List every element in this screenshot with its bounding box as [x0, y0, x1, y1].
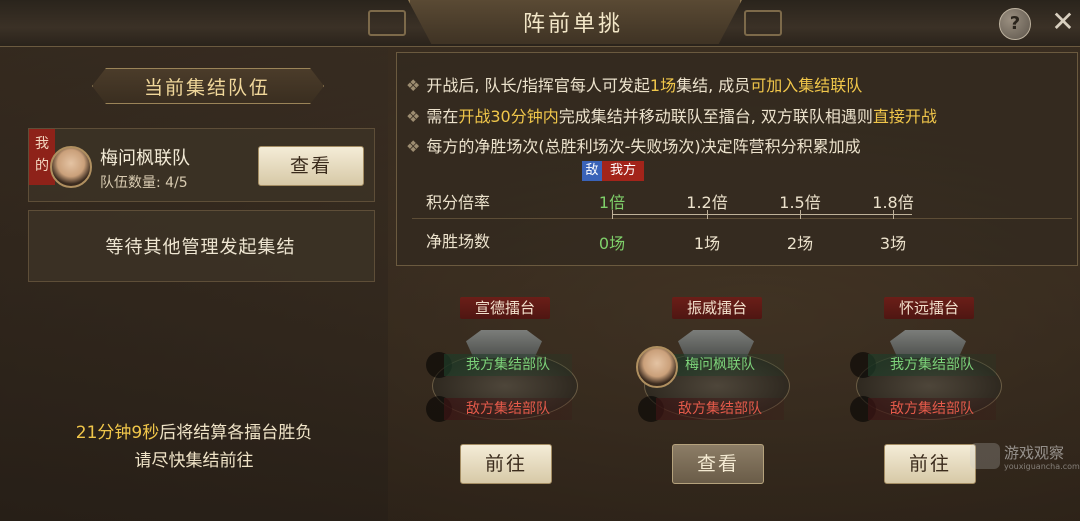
- help-button[interactable]: ?: [999, 8, 1031, 40]
- arena-name: 振威擂台: [672, 297, 762, 319]
- net-wins-value: 2场: [786, 234, 814, 253]
- enemy-label: 敌方集结部队: [444, 398, 572, 420]
- arena-stage[interactable]: 我方集结部队 敌方集结部队: [426, 330, 582, 422]
- enemy-label: 敌方集结部队: [656, 398, 784, 420]
- diamond-bullet-icon: ❖: [406, 137, 421, 156]
- rule-highlight: 可加入集结联队: [750, 76, 863, 95]
- enemy-row: 敌方集结部队: [638, 396, 794, 422]
- watermark: 游戏观察: [1004, 444, 1065, 462]
- ally-row: 我方集结部队: [426, 352, 582, 378]
- countdown-text: 21分钟9秒后将结算各擂台胜负: [0, 418, 388, 443]
- rule-highlight: 直接开战: [872, 107, 937, 126]
- countdown-hint: 请尽快集结前往: [134, 451, 254, 471]
- arena-name: 宣德擂台: [460, 297, 550, 319]
- watermark-logo-icon: [970, 443, 1000, 469]
- net-wins-value: 0场: [598, 234, 626, 253]
- rule-line-1: ❖ 开战后, 队长/指挥官每人可发起1场集结, 成员可加入集结联队: [406, 72, 862, 96]
- rule-text: 完成集结并移动联队至擂台, 双方联队相遇则: [558, 107, 873, 126]
- knot-ornament-left-icon: [368, 10, 406, 36]
- ally-label: 我方集结部队: [444, 354, 572, 376]
- rule-text: 需在: [426, 107, 459, 126]
- ally-row: 我方集结部队: [850, 352, 1006, 378]
- net-wins-value: 3场: [879, 234, 907, 253]
- countdown-time: 21分钟9秒: [75, 423, 160, 443]
- enemy-row: 敌方集结部队: [426, 396, 582, 422]
- page-title: 阵前单挑: [522, 12, 623, 37]
- multiplier-value: 1.8倍: [872, 193, 914, 212]
- view-button-arena-2[interactable]: 查看: [672, 444, 764, 484]
- arena-stage[interactable]: 梅问枫联队 敌方集结部队: [636, 330, 794, 422]
- go-button-arena-3[interactable]: 前往: [884, 444, 976, 484]
- team-name: 梅问枫联队: [100, 148, 190, 169]
- arena-name: 怀远擂台: [884, 297, 974, 319]
- watermark-url: youxiguancha.com: [1004, 462, 1080, 471]
- ally-label: 我方集结部队: [868, 354, 996, 376]
- net-wins-label: 净胜场数: [426, 232, 491, 251]
- multiplier-value: 1.5倍: [779, 193, 821, 212]
- close-button[interactable]: ✕: [1048, 6, 1078, 38]
- rule-text: 每方的净胜场次(总胜利场次-失败场次)决定阵营积分积累加成: [426, 137, 861, 156]
- divider: [412, 218, 1072, 219]
- knot-ornament-right-icon: [744, 10, 782, 36]
- go-button-arena-1[interactable]: 前往: [460, 444, 552, 484]
- net-wins-value: 1场: [693, 234, 721, 253]
- diamond-bullet-icon: ❖: [406, 107, 421, 126]
- rule-highlight: 1场: [649, 76, 677, 95]
- rule-text: 集结, 成员: [676, 76, 751, 95]
- countdown-suffix: 后将结算各擂台胜负: [159, 423, 313, 443]
- enemy-tag: 敌: [582, 161, 602, 181]
- mine-side-tag: 我方: [602, 161, 644, 181]
- avatar: [636, 346, 678, 388]
- team-count: 队伍数量: 4/5: [100, 175, 188, 191]
- rule-highlight: 开战30分钟内: [458, 107, 559, 126]
- multiplier-label: 积分倍率: [426, 193, 491, 212]
- waiting-text: 等待其他管理发起集结: [105, 237, 296, 258]
- enemy-row: 敌方集结部队: [850, 396, 1006, 422]
- multiplier-value: 1倍: [598, 193, 626, 212]
- avatar: [50, 146, 92, 188]
- multiplier-value: 1.2倍: [686, 193, 728, 212]
- rule-text: 开战后, 队长/指挥官每人可发起: [426, 76, 650, 95]
- diamond-bullet-icon: ❖: [406, 76, 421, 95]
- current-team-header: 当前集结队伍: [143, 77, 270, 99]
- scale-line: [612, 214, 912, 215]
- arena-stage[interactable]: 我方集结部队 敌方集结部队: [850, 330, 1006, 422]
- rule-line-3: ❖ 每方的净胜场次(总胜利场次-失败场次)决定阵营积分积累加成: [406, 133, 861, 157]
- enemy-label: 敌方集结部队: [868, 398, 996, 420]
- rule-line-2: ❖ 需在开战30分钟内完成集结并移动联队至擂台, 双方联队相遇则直接开战: [406, 103, 937, 127]
- view-team-button[interactable]: 查看: [258, 146, 364, 186]
